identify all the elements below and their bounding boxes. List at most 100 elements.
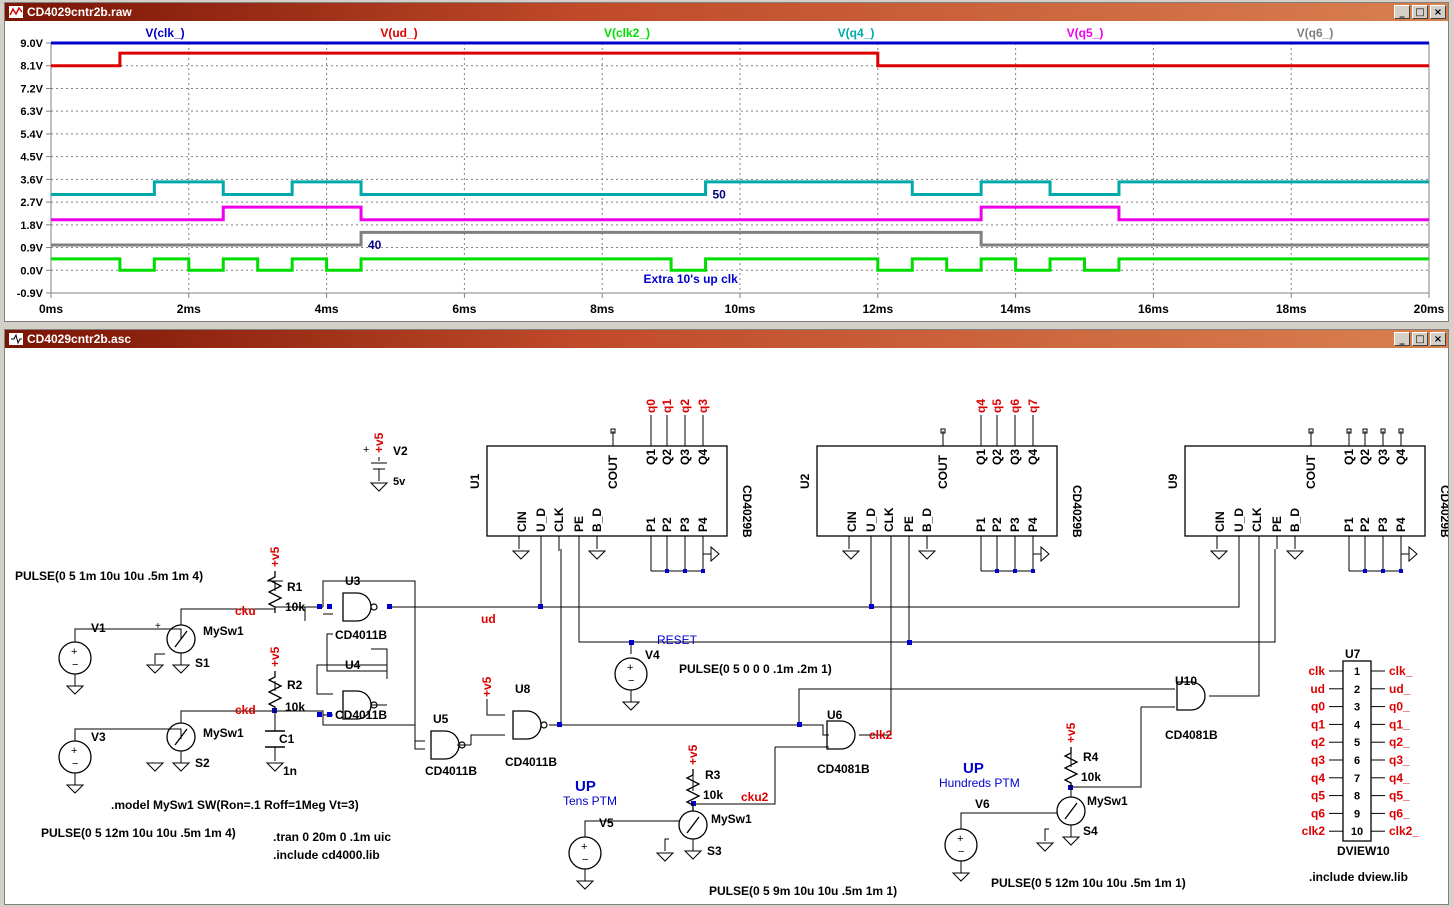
svg-text:S1: S1 <box>195 656 210 670</box>
dview-net-in: q3 <box>1311 753 1325 767</box>
y-tick-label: 6.3V <box>20 106 43 118</box>
counter-u2-part: CD4029B <box>1070 485 1084 538</box>
y-tick-label: 8.1V <box>20 61 43 73</box>
svg-text:V2: V2 <box>393 444 408 458</box>
svg-text:P1: P1 <box>644 517 658 532</box>
counter-u9-ref: U9 <box>1166 473 1180 489</box>
y-tick-label: 0.0V <box>20 265 43 277</box>
svg-text:Q2: Q2 <box>990 449 1004 465</box>
resistor-r4[interactable]: R4 10k +v5 <box>1064 722 1101 790</box>
waveform-plot[interactable]: 9.0V 8.1V 7.2V 6.3V 5.4V 4.5V 3.6V 2.7V 1.8V 0.9V… <box>5 22 1448 320</box>
nand-gate-u3[interactable]: U3 CD4011B <box>335 574 387 642</box>
nand-gate-u8[interactable]: U8 CD4011B +v5 <box>480 676 557 769</box>
legend-entry: V(q6_) <box>1297 26 1334 40</box>
svg-text:Q4: Q4 <box>1394 449 1408 465</box>
include-dview-directive: .include dview.lib <box>1309 870 1408 884</box>
counter-u1-ref: U1 <box>468 473 482 489</box>
dview-pin-number: 1 <box>1354 666 1360 678</box>
and-gate-u10[interactable]: U10 CD4081B <box>1165 674 1218 742</box>
minimize-button[interactable]: _ <box>1394 332 1410 346</box>
plot-annotation: 40 <box>368 238 382 252</box>
voltage-source-v1[interactable]: V1 <box>58 621 106 695</box>
svg-text:DVIEW10: DVIEW10 <box>1337 844 1390 858</box>
svg-text:q4: q4 <box>974 399 988 413</box>
and-gate-u6[interactable]: U6 CD4081B <box>817 708 870 776</box>
dview-net-out: q0_ <box>1389 700 1410 714</box>
svg-text:+v5: +v5 <box>268 646 282 667</box>
nand-gate-u4[interactable]: U4 CD4011B <box>335 658 387 722</box>
svg-text:U_D: U_D <box>534 508 548 532</box>
voltage-source-v2[interactable]: + V2 5v +v5 <box>363 432 408 492</box>
counter-u1[interactable]: U1 CD4029B CIN U_D CLK PE B_D P1 P2 P3 P… <box>468 399 754 573</box>
net-label-cku: cku <box>235 604 256 618</box>
svg-text:q0: q0 <box>644 399 658 413</box>
dview-net-out: q6_ <box>1389 806 1410 820</box>
svg-text:B_D: B_D <box>1288 508 1302 532</box>
capacitor-c1[interactable]: C1 1n <box>265 730 297 778</box>
switch-s3[interactable]: MySw1 S3 <box>656 802 752 862</box>
waveform-window: CD4029cntr2b.raw _ □ × 9.0V 8.1V 7.2V 6.3V 5… <box>4 2 1449 322</box>
voltage-source-v5[interactable]: V5 <box>568 816 614 890</box>
svg-text:MySw1: MySw1 <box>203 726 244 740</box>
resistor-r3[interactable]: R3 10k +v5 <box>686 744 723 812</box>
waveform-titlebar[interactable]: CD4029cntr2b.raw _ □ × <box>5 3 1448 21</box>
svg-text:Q4: Q4 <box>1026 449 1040 465</box>
svg-text:q2: q2 <box>678 399 692 413</box>
svg-text:COUT: COUT <box>606 454 620 489</box>
schematic-canvas[interactable]: + − <box>5 349 1448 903</box>
switch-s1[interactable]: MySw1 S1 + <box>146 616 244 674</box>
svg-text:P1: P1 <box>1342 517 1356 532</box>
net-label-clk2: clk2 <box>869 728 893 742</box>
y-tick-label: 1.8V <box>20 220 43 232</box>
voltage-source-v3[interactable]: V3 <box>58 730 106 794</box>
maximize-button[interactable]: □ <box>1412 5 1428 19</box>
svg-text:Q4: Q4 <box>696 449 710 465</box>
svg-text:U3: U3 <box>345 574 361 588</box>
x-tick-label: 12ms <box>862 302 893 316</box>
svg-text:+: + <box>363 444 369 456</box>
net-label-reset: RESET <box>657 633 698 647</box>
svg-text:Q3: Q3 <box>678 449 692 465</box>
x-tick-label: 6ms <box>452 302 476 316</box>
svg-text:V4: V4 <box>645 648 660 662</box>
x-tick-label: 18ms <box>1276 302 1307 316</box>
wires <box>74 457 1276 851</box>
maximize-button[interactable]: □ <box>1412 332 1428 346</box>
dview-net-out: clk_ <box>1389 664 1413 678</box>
resistor-r1[interactable]: R1 10k +v5 <box>268 546 305 614</box>
switch-s4[interactable]: MySw1 S4 <box>1036 788 1128 852</box>
svg-text:CIN: CIN <box>845 511 859 532</box>
svg-text:S3: S3 <box>707 844 722 858</box>
voltage-source-v4[interactable]: V4 <box>614 648 660 711</box>
voltage-source-v6[interactable]: V6 <box>944 797 990 882</box>
minimize-button[interactable]: _ <box>1394 5 1410 19</box>
switch-s2[interactable]: MySw1 S2 <box>146 714 244 772</box>
x-tick-label: 16ms <box>1138 302 1169 316</box>
legend-entry: V(q5_) <box>1067 26 1104 40</box>
x-tick-label: 2ms <box>177 302 201 316</box>
dview-net-in: q4 <box>1311 771 1325 785</box>
resistor-r2[interactable]: R2 10k +v5 <box>268 646 305 714</box>
x-tick-label: 20ms <box>1414 302 1445 316</box>
plot-annotation: Extra 10's up clk <box>644 272 739 286</box>
schematic-titlebar[interactable]: CD4029cntr2b.asc _ □ × <box>5 330 1448 348</box>
dview-u7[interactable]: U7 DVIEW10 1 clk clk_ 2 ud ud_ 3 q0 q0_ 4 q1 q1_ 5 q2… <box>1302 647 1420 858</box>
counter-u9[interactable]: U9 CD4029B CIN U_D CLK PE B_D P1 P2 P3 P… <box>1166 428 1448 573</box>
svg-text:CD4011B: CD4011B <box>425 764 477 778</box>
dview-pin-number: 10 <box>1351 826 1363 838</box>
model-directive: .model MySw1 SW(Ron=.1 Roff=1Meg Vt=3) <box>111 798 359 812</box>
close-button[interactable]: × <box>1430 332 1446 346</box>
dview-pin-number: 4 <box>1354 719 1361 731</box>
dview-pin-number: 6 <box>1354 755 1360 767</box>
counter-u2-ref: U2 <box>798 473 812 489</box>
schematic-app-icon <box>9 333 23 345</box>
counter-u9-part: CD4029B <box>1438 485 1448 538</box>
svg-text:q6: q6 <box>1008 399 1022 413</box>
svg-text:U6: U6 <box>827 708 843 722</box>
counter-u2[interactable]: U2 CD4029B CIN U_D CLK PE B_D P1 P2 P3 P… <box>798 399 1084 573</box>
svg-text:Q3: Q3 <box>1376 449 1390 465</box>
close-button[interactable]: × <box>1430 5 1446 19</box>
dview-net-in: q1 <box>1311 717 1325 731</box>
tens-ptm-label: Tens PTM <box>563 794 617 808</box>
y-tick-label: 2.7V <box>20 197 43 209</box>
